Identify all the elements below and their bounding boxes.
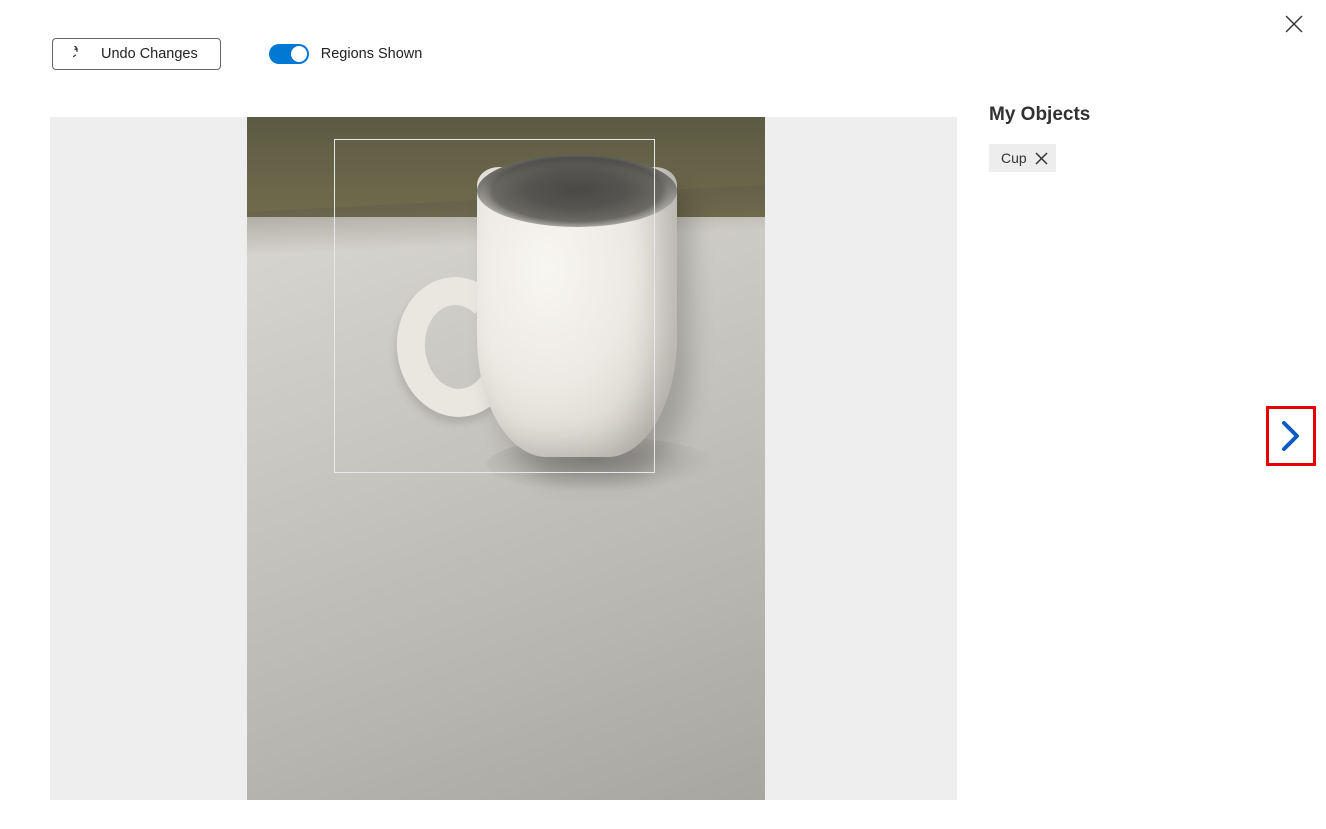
toggle-knob: [291, 46, 307, 62]
regions-toggle-label: Regions Shown: [321, 46, 423, 62]
undo-button-label: Undo Changes: [101, 46, 198, 62]
remove-tag-button[interactable]: [1035, 152, 1048, 165]
close-icon: [1285, 15, 1303, 33]
image-preview[interactable]: [247, 117, 765, 800]
chevron-right-icon: [1280, 419, 1302, 453]
sidebar-title: My Objects: [989, 104, 1259, 126]
close-icon: [1035, 152, 1048, 165]
close-button[interactable]: [1280, 10, 1308, 38]
next-image-button[interactable]: [1266, 406, 1316, 466]
region-bounding-box[interactable]: [334, 139, 655, 473]
regions-toggle-wrapper: Regions Shown: [269, 44, 423, 64]
undo-icon: [73, 46, 89, 62]
regions-shown-toggle[interactable]: [269, 44, 309, 64]
image-stage: [50, 117, 957, 800]
toolbar: Undo Changes Regions Shown: [52, 38, 422, 70]
objects-sidebar: My Objects Cup: [989, 104, 1259, 172]
undo-changes-button[interactable]: Undo Changes: [52, 38, 221, 70]
object-tag-label: Cup: [1001, 150, 1027, 166]
object-tag-cup[interactable]: Cup: [989, 144, 1056, 172]
